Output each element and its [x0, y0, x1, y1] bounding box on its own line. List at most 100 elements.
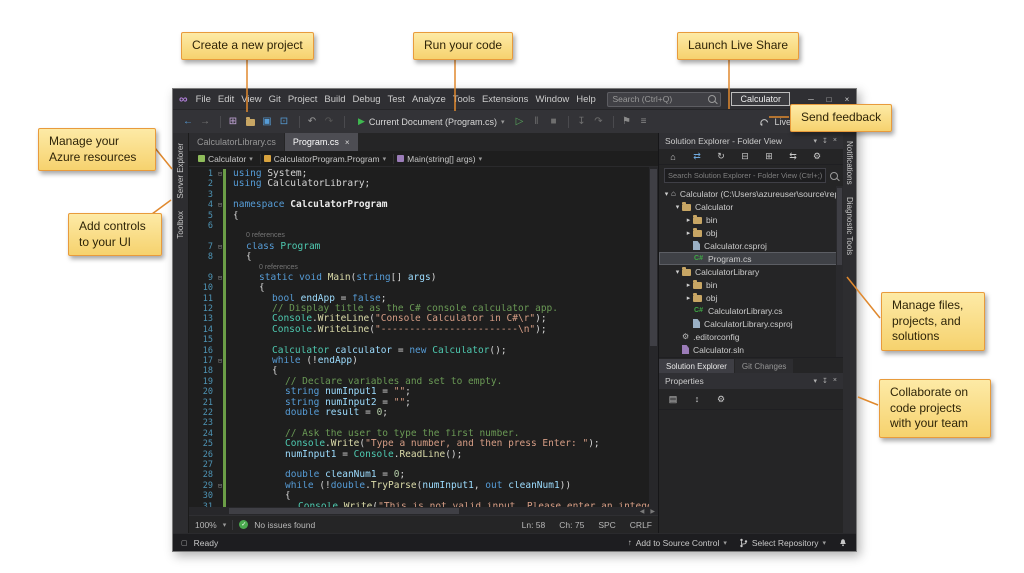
tree-item[interactable]: ▸bin [659, 213, 843, 226]
se-search-input[interactable]: Search Solution Explorer - Folder View (… [664, 168, 826, 183]
refresh-icon[interactable]: ↻ [714, 149, 728, 165]
titlebar-search-input[interactable]: Search (Ctrl+Q) [607, 92, 721, 107]
select-repository-button[interactable]: Select Repository ▾ [739, 538, 826, 548]
expanded-arrow-icon[interactable]: ▾ [662, 190, 671, 198]
show-all-files-icon[interactable]: ⊞ [762, 149, 776, 165]
open-folder-icon[interactable] [243, 114, 257, 130]
tree-item[interactable]: Calculator.sln [659, 343, 843, 356]
categorized-icon[interactable]: ▤ [666, 391, 680, 407]
collapse-all-icon[interactable]: ⊟ [738, 149, 752, 165]
editor-horizontal-scrollbar[interactable]: ◀ ▶ [189, 507, 658, 515]
scrollbar-thumb[interactable] [229, 508, 459, 514]
collapsed-arrow-icon[interactable]: ▸ [684, 229, 693, 237]
breadcrumb-member-dropdown[interactable]: Main(string[] args) ▾ [394, 154, 489, 164]
notifications-bell-icon[interactable] [838, 538, 848, 548]
tree-item[interactable]: ▸bin [659, 278, 843, 291]
close-icon[interactable]: × [833, 377, 837, 385]
save-all-icon[interactable]: ⊡ [277, 114, 291, 130]
menu-test[interactable]: Test [388, 94, 405, 105]
break-all-icon[interactable]: ‖ [529, 114, 543, 130]
side-tab-server-explorer[interactable]: Server Explorer [176, 143, 185, 199]
sync-with-active-document-icon[interactable]: ⇆ [786, 149, 800, 165]
tree-item[interactable]: C#CalculatorLibrary.cs [659, 304, 843, 317]
tree-item[interactable]: Calculator.csproj [659, 239, 843, 252]
panel-tab-git-changes[interactable]: Git Changes [735, 359, 793, 373]
tree-item[interactable]: ▾⌂Calculator (C:\Users\azureuser\source\… [659, 187, 843, 200]
pin-icon[interactable]: ↧ [822, 377, 828, 385]
home-icon[interactable]: ⌂ [666, 149, 680, 165]
visual-studio-logo-icon[interactable]: ∞ [179, 92, 188, 106]
wrench-icon[interactable]: ⚙ [714, 391, 728, 407]
issues-status[interactable]: No issues found [254, 520, 315, 530]
chevron-down-icon[interactable]: ▾ [814, 377, 818, 385]
tree-item[interactable]: ▸obj [659, 291, 843, 304]
solution-explorer-header[interactable]: Solution Explorer - Folder View ▾↧× [659, 133, 843, 149]
tree-item[interactable]: CalculatorLibrary.csproj [659, 317, 843, 330]
codelens-references[interactable]: 0 references [227, 231, 658, 241]
menu-window[interactable]: Window [535, 94, 569, 105]
spaces-indicator[interactable]: SPC [598, 520, 615, 530]
stop-icon[interactable]: ■ [546, 114, 560, 130]
codelens-references[interactable]: 0 references [227, 263, 658, 273]
breadcrumb-type-dropdown[interactable]: CalculatorProgram.Program ▾ [261, 154, 394, 164]
collapsed-arrow-icon[interactable]: ▸ [684, 294, 693, 302]
side-tab-notifications[interactable]: Notifications [845, 141, 854, 185]
document-tab[interactable]: CalculatorLibrary.cs [189, 133, 284, 151]
zoom-level[interactable]: 100% [195, 520, 217, 530]
properties-header[interactable]: Properties ▾↧× [659, 373, 843, 389]
back-icon[interactable]: ← [181, 114, 195, 130]
menu-git[interactable]: Git [269, 94, 281, 105]
menu-help[interactable]: Help [576, 94, 596, 105]
menu-tools[interactable]: Tools [453, 94, 475, 105]
task-list-icon[interactable]: ≡ [636, 114, 650, 130]
start-without-debugging-icon[interactable]: ▷ [512, 114, 526, 130]
panel-tab-solution-explorer[interactable]: Solution Explorer [659, 359, 734, 373]
scroll-right-icon[interactable]: ▶ [647, 508, 658, 515]
add-to-source-control-button[interactable]: ↑ Add to Source Control ▾ [628, 538, 727, 548]
expanded-arrow-icon[interactable]: ▾ [673, 203, 682, 211]
tree-item[interactable]: ▸obj [659, 226, 843, 239]
tree-vertical-scrollbar[interactable] [836, 186, 843, 357]
breadcrumb-project-dropdown[interactable]: Calculator ▾ [195, 154, 261, 164]
scroll-left-icon[interactable]: ◀ [637, 508, 648, 515]
forward-icon[interactable]: → [198, 114, 212, 130]
menu-analyze[interactable]: Analyze [412, 94, 446, 105]
alphabetical-sort-icon[interactable]: ↕ [690, 391, 704, 407]
menu-extensions[interactable]: Extensions [482, 94, 528, 105]
menu-edit[interactable]: Edit [218, 94, 234, 105]
side-tab-diagnostic-tools[interactable]: Diagnostic Tools [845, 197, 854, 255]
close-icon[interactable]: × [833, 137, 837, 145]
step-into-icon[interactable]: ↧ [574, 114, 588, 130]
expanded-arrow-icon[interactable]: ▾ [673, 268, 682, 276]
step-over-icon[interactable]: ↷ [591, 114, 605, 130]
menu-build[interactable]: Build [324, 94, 345, 105]
menu-view[interactable]: View [241, 94, 261, 105]
menu-project[interactable]: Project [288, 94, 318, 105]
undo-icon[interactable]: ↶ [305, 114, 319, 130]
side-tab-toolbox[interactable]: Toolbox [176, 211, 185, 239]
chevron-down-icon[interactable]: ▾ [814, 137, 818, 145]
pin-icon[interactable]: ↧ [822, 137, 828, 145]
document-tab[interactable]: Program.cs× [285, 133, 358, 151]
collapsed-arrow-icon[interactable]: ▸ [684, 216, 693, 224]
close-icon[interactable]: × [345, 138, 350, 147]
code-editor[interactable]: 1⊟using System;2using CalculatorLibrary;… [189, 167, 658, 507]
run-button[interactable]: ▶ Current Document (Program.cs) ▾ [354, 116, 508, 127]
tree-item[interactable]: ⚙.editorconfig [659, 330, 843, 343]
editor-vertical-scrollbar[interactable] [649, 167, 658, 507]
menu-debug[interactable]: Debug [353, 94, 381, 105]
tree-item-label: CalculatorLibrary.csproj [704, 319, 793, 329]
bookmark-icon[interactable]: ⚑ [619, 114, 633, 130]
redo-icon[interactable]: ↷ [322, 114, 336, 130]
tree-item[interactable]: ▾CalculatorLibrary [659, 265, 843, 278]
properties-icon[interactable]: ⚙ [810, 149, 824, 165]
save-icon[interactable]: ▣ [260, 114, 274, 130]
new-project-icon[interactable]: ⊞ [226, 114, 240, 130]
code-line: 17⊟while (!endApp) [189, 356, 658, 366]
tree-item[interactable]: C#Program.cs [659, 252, 843, 265]
menu-file[interactable]: File [196, 94, 211, 105]
switch-views-icon[interactable]: ⇄ [690, 149, 704, 165]
line-ending-indicator[interactable]: CRLF [630, 520, 652, 530]
tree-item[interactable]: ▾Calculator [659, 200, 843, 213]
collapsed-arrow-icon[interactable]: ▸ [684, 281, 693, 289]
